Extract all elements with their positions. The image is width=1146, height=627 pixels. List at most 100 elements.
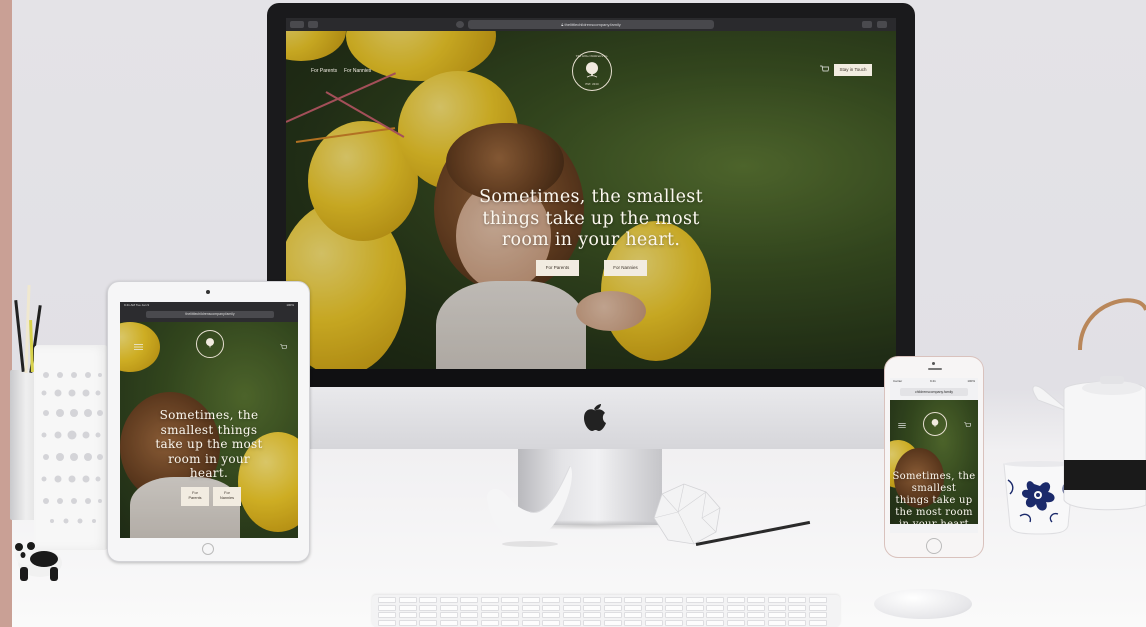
tree-logo-icon xyxy=(586,62,598,78)
tablet-for-nannies-button[interactable]: For Nannies xyxy=(213,487,241,506)
keyboard-key xyxy=(501,619,519,626)
iphone-home-button[interactable] xyxy=(926,538,942,554)
tablet-address-bar[interactable]: thelittlechildrenscompany.family xyxy=(146,311,274,318)
keyboard-key xyxy=(808,619,827,626)
cart-icon[interactable] xyxy=(964,422,971,428)
headline-line: take up the most xyxy=(155,437,263,451)
phone-status-left: Carrier xyxy=(893,379,903,383)
white-kettle xyxy=(1032,298,1146,511)
address-bar[interactable]: 🔒︎ thelittlechildrenscompany.family xyxy=(468,20,714,29)
keyboard-key xyxy=(767,619,786,626)
keyboard-key xyxy=(603,619,622,626)
headline-line: room in your xyxy=(168,451,250,466)
imac-screen-bottom-bezel xyxy=(286,369,896,387)
keyboard-key xyxy=(767,604,786,611)
tablet-website-screen: 9:41 AM Tue Jan 9 100% thelittlechildren… xyxy=(120,302,298,538)
cart-icon[interactable] xyxy=(280,344,287,350)
keyboard-key xyxy=(480,604,499,611)
headline-line: smallest xyxy=(911,483,957,494)
iphone-speaker xyxy=(928,368,942,370)
keyboard-key xyxy=(644,612,663,619)
keyboard-key xyxy=(726,604,745,611)
keyboard-key xyxy=(706,612,724,619)
headline-line: things take up xyxy=(895,495,973,506)
keyboard-key xyxy=(419,612,437,619)
apple-logo-icon xyxy=(584,404,606,431)
hamburger-icon[interactable] xyxy=(898,423,906,428)
keyboard-key xyxy=(542,612,560,619)
tabs-button[interactable] xyxy=(877,21,887,28)
tablet-hero-headline: Sometimes, the smallest things take up t… xyxy=(149,408,269,481)
keyboard-key xyxy=(603,597,622,603)
keyboard-key xyxy=(378,597,396,603)
keyboard xyxy=(372,595,840,627)
keyboard-key xyxy=(767,612,786,619)
keyboard-key xyxy=(521,604,540,611)
phone-site-logo[interactable] xyxy=(923,412,947,436)
keyboard-key xyxy=(562,604,581,611)
keyboard-key xyxy=(665,612,683,619)
tablet-site-logo[interactable] xyxy=(196,330,224,358)
stay-in-touch-button[interactable]: Stay in Touch xyxy=(834,64,872,76)
keyboard-key xyxy=(562,597,581,603)
hero-headline: Sometimes, the smallest things take up t… xyxy=(466,187,716,252)
back-button[interactable] xyxy=(290,21,304,28)
button-line: Nannies xyxy=(220,496,234,500)
keyboard-key xyxy=(501,604,519,611)
keyboard-key xyxy=(665,604,683,611)
keyboard-key xyxy=(460,619,478,626)
keyboard-key xyxy=(583,597,601,603)
sidebar-button[interactable] xyxy=(308,21,318,28)
headline-line: heart. xyxy=(189,466,229,480)
keyboard-key xyxy=(398,612,417,619)
keyboard-key xyxy=(788,597,806,603)
keyboard-key xyxy=(419,604,437,611)
keyboard-key xyxy=(706,619,724,626)
headline-line: smallest things xyxy=(160,422,258,437)
phone-address-bar[interactable]: childrenscompany.family xyxy=(900,388,968,396)
nav-for-nannies[interactable]: For Nannies xyxy=(344,68,371,74)
keyboard-key xyxy=(439,619,458,626)
crumpled-paper xyxy=(653,483,721,545)
keyboard-key xyxy=(624,597,642,603)
tablet-status-left: 9:41 AM Tue Jan 9 xyxy=(124,303,150,307)
keyboard-key xyxy=(398,597,417,603)
keyboard-key xyxy=(788,619,806,626)
desktop-browser-toolbar: 🔒︎ thelittlechildrenscompany.family xyxy=(286,18,896,31)
keyboard-key xyxy=(542,619,560,626)
address-text: thelittlechildrenscompany.family xyxy=(564,22,621,27)
headline-line: Sometimes, the xyxy=(892,471,976,482)
tablet-address-text: thelittlechildrenscompany.family xyxy=(185,312,235,316)
for-nannies-button[interactable]: For Nannies xyxy=(604,260,647,276)
keyboard-key xyxy=(480,597,499,603)
nav-for-parents[interactable]: For Parents xyxy=(311,68,337,74)
panda-figurine xyxy=(15,542,62,581)
keyboard-key xyxy=(562,619,581,626)
ipad-home-button[interactable] xyxy=(202,543,214,555)
for-parents-button[interactable]: For Parents xyxy=(536,260,579,276)
keyboard-key xyxy=(439,597,458,603)
keyboard-key xyxy=(378,612,396,619)
keyboard-key xyxy=(685,619,704,626)
keyboard-key xyxy=(747,619,765,626)
keyboard-key xyxy=(767,597,786,603)
hamburger-icon[interactable] xyxy=(134,344,143,350)
cart-icon[interactable] xyxy=(820,65,829,73)
site-logo[interactable]: The Little Children's Co. EST. 2020 xyxy=(572,51,612,91)
headline-line: the most room xyxy=(895,507,973,518)
tablet-browser-toolbar: 9:41 AM Tue Jan 9 100% thelittlechildren… xyxy=(120,302,298,322)
keyboard-key xyxy=(460,612,478,619)
keyboard-key xyxy=(439,604,458,611)
keyboard-key xyxy=(808,597,827,603)
keyboard-key xyxy=(419,597,437,603)
headline-line: Sometimes, the smallest xyxy=(479,187,703,207)
privacy-icon[interactable] xyxy=(456,21,464,28)
phone-website-screen: Carrier 9:41 100% childrenscompany.famil… xyxy=(890,378,978,533)
tablet-for-parents-button[interactable]: For Parents xyxy=(181,487,209,506)
logo-text: The Little Children's Co. xyxy=(575,55,609,58)
keyboard-key xyxy=(685,604,704,611)
keyboard-key xyxy=(460,604,478,611)
keyboard-key xyxy=(644,619,663,626)
headline-line: things take up the most xyxy=(482,208,700,229)
share-button[interactable] xyxy=(862,21,872,28)
